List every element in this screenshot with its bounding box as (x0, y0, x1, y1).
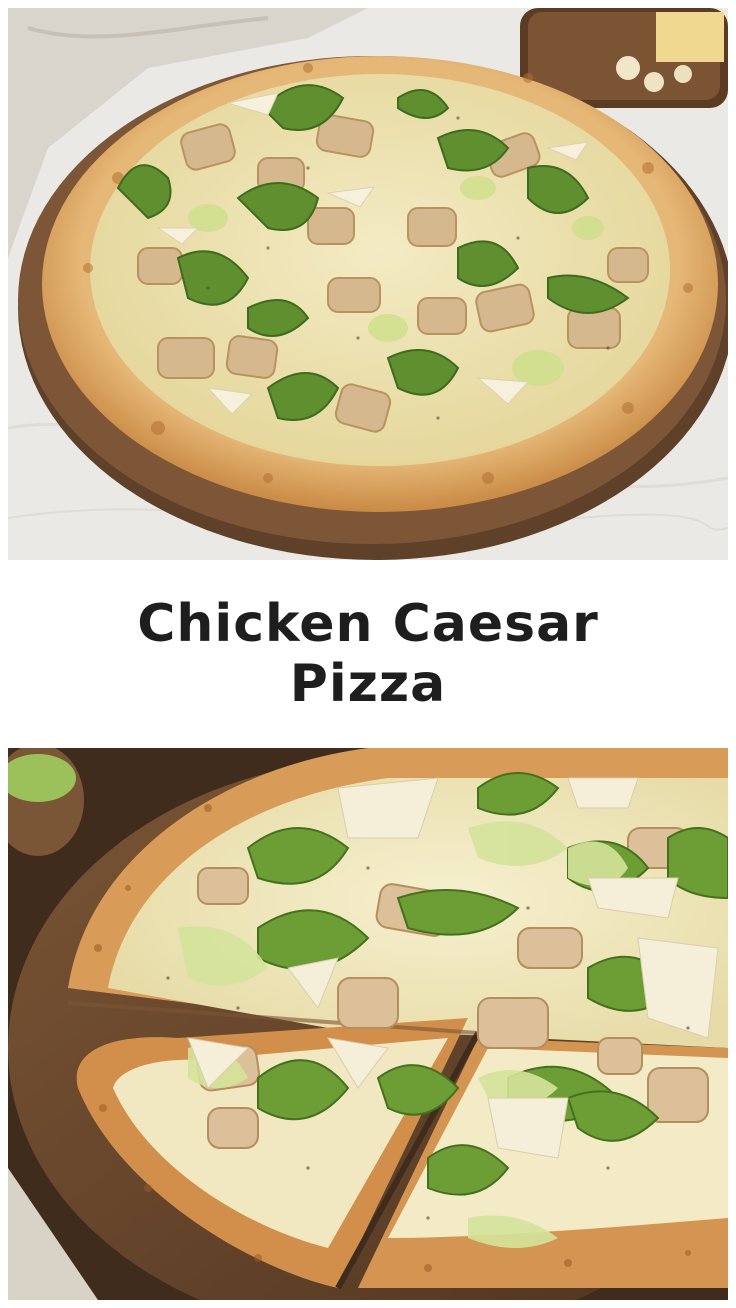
recipe-title-line-2: Pizza (289, 654, 447, 714)
pizza-photo-bottom-graphic (8, 748, 728, 1300)
pizza-photo-bottom (8, 748, 728, 1300)
pizza-photo-top (8, 8, 728, 560)
pizza-photo-top-graphic (8, 8, 728, 560)
recipe-title-line-1: Chicken Caesar (137, 594, 599, 654)
recipe-title: Chicken Caesar Pizza (0, 560, 736, 748)
